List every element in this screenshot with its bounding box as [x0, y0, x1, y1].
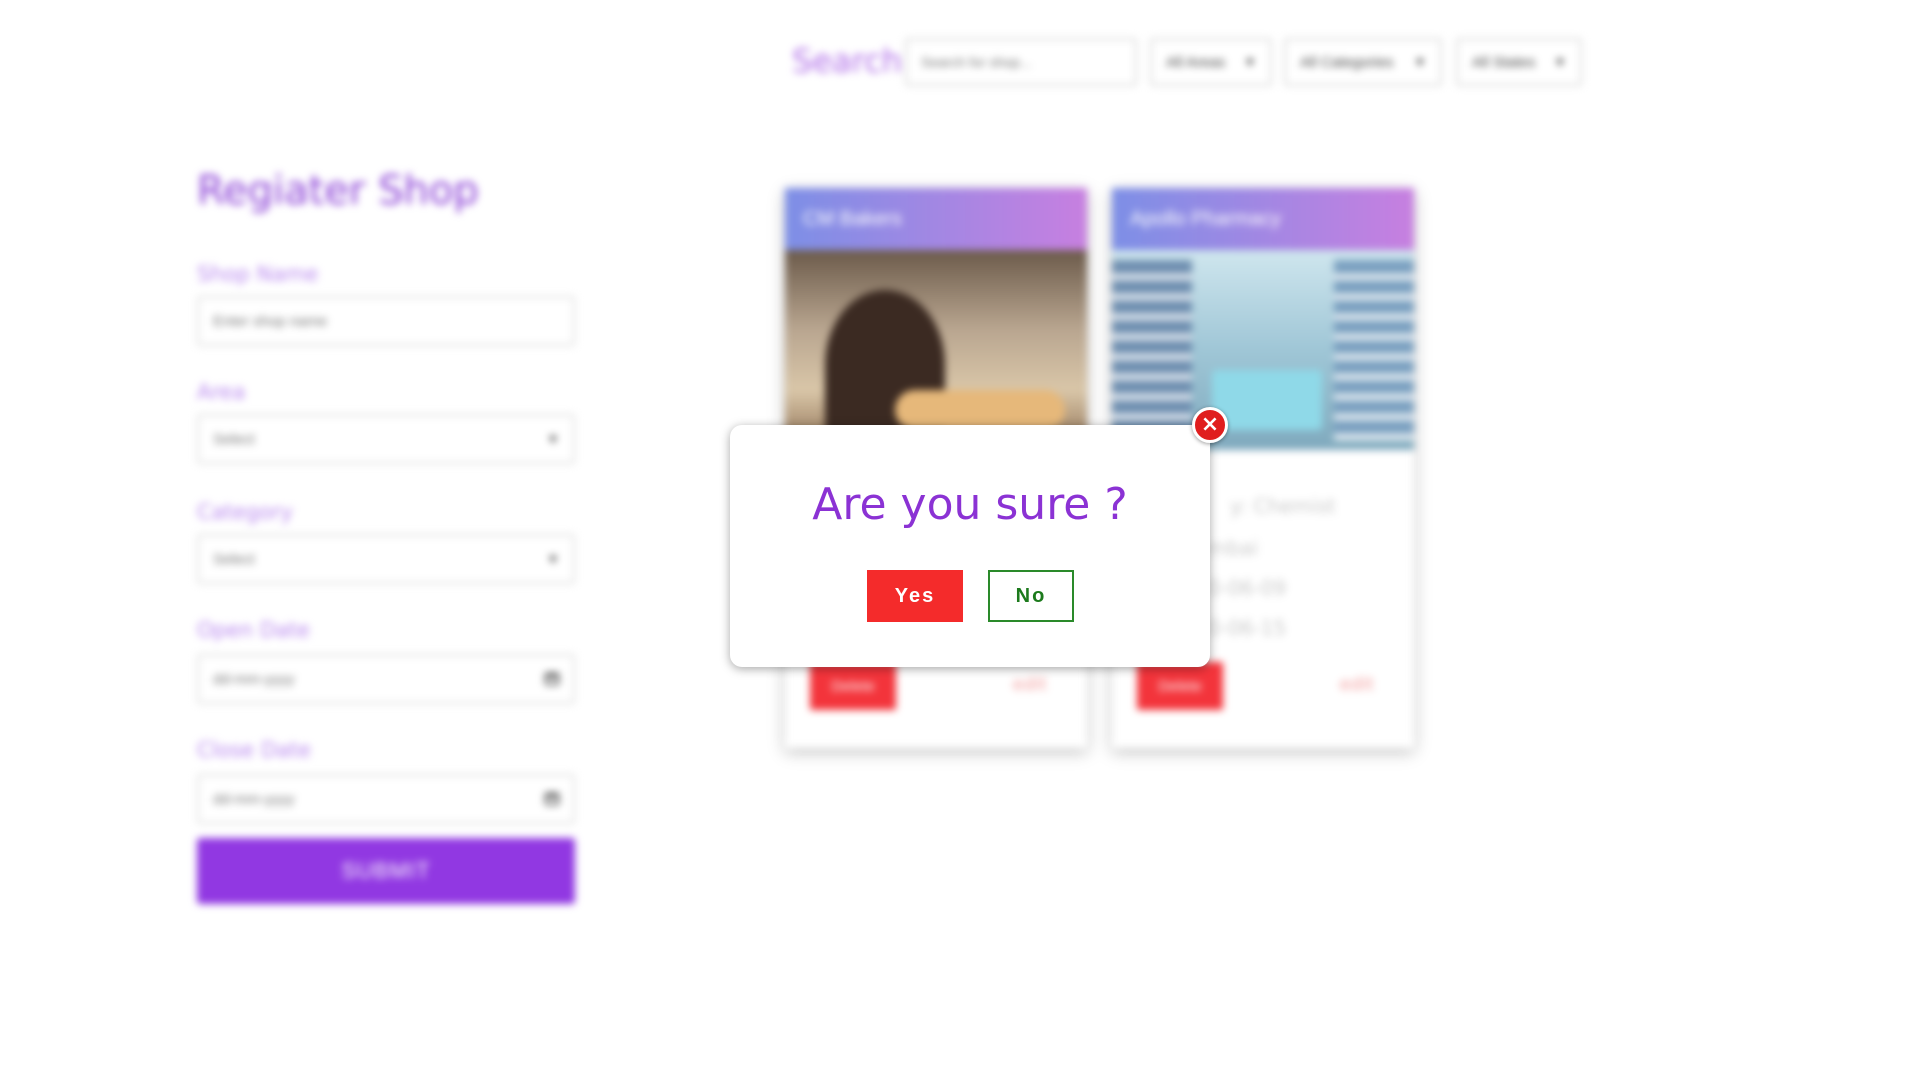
- category-label: Category: [197, 500, 293, 524]
- chevron-down-icon: ▼: [547, 552, 559, 566]
- no-button[interactable]: No: [988, 570, 1074, 622]
- area-filter-value: All Areas: [1166, 53, 1226, 71]
- close-date-label: Close Date: [197, 738, 312, 762]
- shop-image: [785, 250, 1087, 450]
- shop-close-date-text: 0-06-15: [1208, 616, 1287, 640]
- chevron-down-icon: ▼: [1554, 55, 1566, 69]
- edit-link[interactable]: edit: [1339, 674, 1374, 695]
- category-filter-value: All Categories: [1300, 53, 1394, 71]
- search-input[interactable]: [905, 38, 1137, 86]
- calendar-icon[interactable]: [545, 793, 559, 805]
- shop-area-text: mbai: [1208, 536, 1258, 560]
- search-label: Search: [792, 42, 902, 80]
- open-date-placeholder: dd-mm-yyyy: [213, 670, 295, 688]
- area-select[interactable]: Select ▼: [197, 414, 575, 464]
- area-label: Area: [197, 380, 246, 404]
- state-filter-select[interactable]: All States ▼: [1456, 38, 1582, 86]
- chevron-down-icon: ▼: [1244, 55, 1256, 69]
- shop-card-title: Apollo Pharmacy: [1112, 188, 1414, 250]
- close-date-input[interactable]: dd-mm-yyyy: [197, 774, 575, 824]
- close-date-placeholder: dd-mm-yyyy: [213, 790, 295, 808]
- state-filter-value: All States: [1472, 53, 1536, 71]
- form-title: Regiater Shop: [197, 168, 479, 214]
- chevron-down-icon: ▼: [1414, 55, 1426, 69]
- shop-name-placeholder: Enter shop name: [213, 312, 328, 330]
- open-date-label: Open Date: [197, 618, 310, 642]
- close-dialog-button[interactable]: ×: [1192, 407, 1228, 443]
- category-filter-select[interactable]: All Categories ▼: [1284, 38, 1442, 86]
- submit-button[interactable]: SUBMIT: [197, 838, 575, 904]
- shop-name-input[interactable]: Enter shop name: [197, 296, 575, 346]
- delete-button[interactable]: Delete: [1137, 662, 1223, 710]
- close-icon: ×: [1200, 412, 1220, 437]
- area-select-value: Select: [213, 430, 255, 448]
- confirm-dialog: Are you sure ? Yes No: [730, 425, 1210, 667]
- category-select-value: Select: [213, 550, 255, 568]
- open-date-input[interactable]: dd-mm-yyyy: [197, 654, 575, 704]
- yes-button[interactable]: Yes: [867, 570, 963, 622]
- shop-category-text: y: Chemist: [1230, 494, 1336, 518]
- delete-button[interactable]: Delete: [810, 662, 896, 710]
- calendar-icon[interactable]: [545, 673, 559, 685]
- chevron-down-icon: ▼: [547, 432, 559, 446]
- shop-card-title: CM Bakers: [785, 188, 1087, 250]
- confirm-dialog-title: Are you sure ?: [812, 479, 1128, 530]
- shop-open-date-text: 0-06-09: [1208, 576, 1287, 600]
- category-select[interactable]: Select ▼: [197, 534, 575, 584]
- shop-image: [1112, 250, 1414, 450]
- shop-name-label: Shop Name: [197, 262, 319, 286]
- edit-link[interactable]: edit: [1012, 674, 1047, 695]
- area-filter-select[interactable]: All Areas ▼: [1150, 38, 1272, 86]
